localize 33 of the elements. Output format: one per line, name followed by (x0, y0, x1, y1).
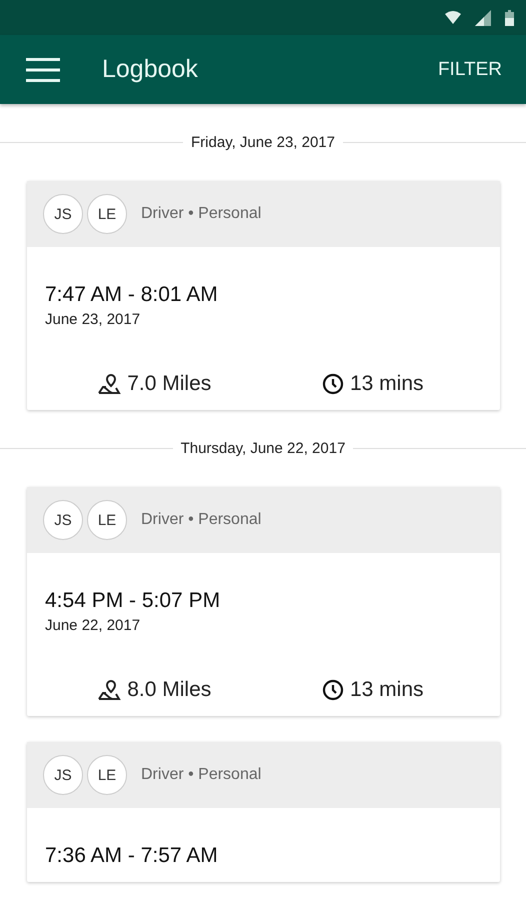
trip-role: Driver • Personal (141, 205, 262, 223)
trip-card[interactable]: JS LE Driver • Personal 4:54 PM - 5:07 PM June 22, 2017 8.0 Miles 13 mins (27, 487, 500, 716)
date-header: Thursday, June 22, 2017 (180, 440, 346, 457)
initials-avatar: LE (87, 755, 127, 795)
initials-avatar: JS (43, 500, 83, 540)
app-title: Logbook (102, 55, 199, 84)
trip-time: 7:47 AM - 8:01 AM (45, 283, 219, 307)
trip-duration: 13 mins (350, 678, 424, 702)
battery-icon (505, 10, 514, 26)
filter-button[interactable]: FILTER (438, 58, 502, 80)
menu-icon[interactable] (26, 56, 60, 82)
clock-icon (322, 679, 344, 701)
route-pin-icon (97, 373, 122, 395)
clock-icon (322, 373, 344, 395)
trip-role: Driver • Personal (141, 766, 262, 784)
route-pin-icon (97, 679, 122, 701)
trip-time: 7:36 AM - 7:57 AM (45, 844, 219, 868)
initials-avatar: JS (43, 755, 83, 795)
trip-date: June 23, 2017 (45, 311, 142, 328)
signal-icon (475, 10, 491, 26)
initials-avatar: LE (87, 194, 127, 234)
trip-time: 4:54 PM - 5:07 PM (45, 589, 222, 613)
trip-card[interactable]: JS LE Driver • Personal 7:36 AM - 7:57 AM (27, 742, 500, 882)
trip-date: June 22, 2017 (45, 617, 142, 634)
trip-card[interactable]: JS LE Driver • Personal 7:47 AM - 8:01 AM June 23, 2017 7.0 Miles 13 mins (27, 181, 500, 410)
trip-duration: 13 mins (350, 372, 424, 396)
trip-role: Driver • Personal (141, 511, 262, 529)
date-header: Friday, June 23, 2017 (190, 134, 336, 151)
trip-distance: 7.0 Miles (127, 372, 212, 396)
wifi-icon (445, 11, 461, 24)
initials-avatar: LE (87, 500, 127, 540)
trip-distance: 8.0 Miles (127, 678, 212, 702)
initials-avatar: JS (43, 194, 83, 234)
